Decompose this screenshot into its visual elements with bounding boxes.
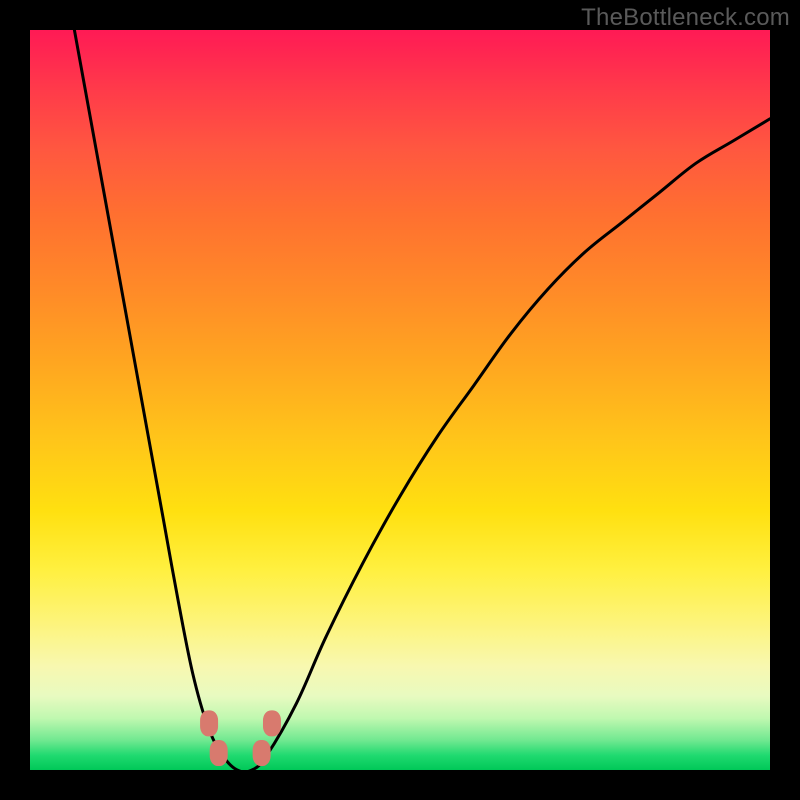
curve-markers — [200, 710, 281, 766]
watermark-text: TheBottleneck.com — [581, 4, 790, 32]
right-lower-marker — [253, 740, 271, 766]
chart-svg — [30, 30, 770, 770]
left-upper-marker — [200, 710, 218, 736]
right-upper-marker — [263, 710, 281, 736]
left-lower-marker — [210, 740, 228, 766]
chart-plot-area — [30, 30, 770, 770]
bottleneck-curve — [74, 30, 770, 770]
